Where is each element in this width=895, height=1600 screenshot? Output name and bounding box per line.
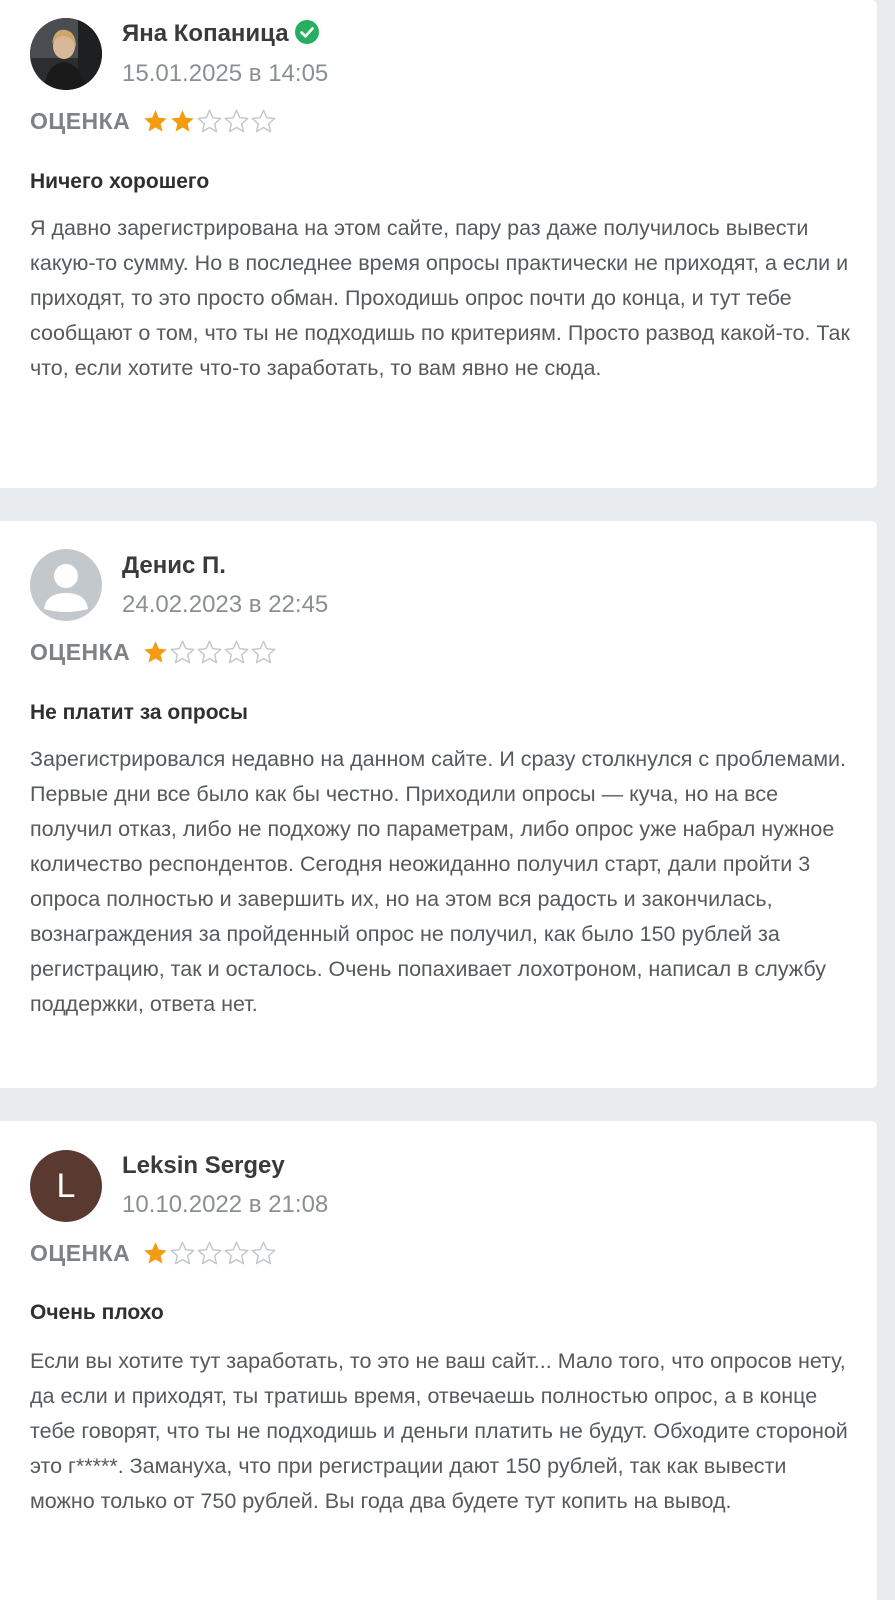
star-empty-icon: [170, 1241, 195, 1264]
review-text: Зарегистрировался недавно на данном сайт…: [30, 747, 846, 1016]
star-empty-icon: [224, 640, 249, 663]
star-empty-icon: [170, 640, 195, 663]
author-name-text[interactable]: Яна Копаница: [122, 20, 289, 47]
avatar-letter: L: [56, 1166, 76, 1205]
review-date: 15.01.2025 в 14:05: [122, 60, 329, 87]
review-date: 10.10.2022 в 21:08: [122, 1191, 329, 1218]
star-filled-icon: [144, 109, 168, 132]
author-name[interactable]: Leksin Sergey: [122, 1152, 285, 1180]
star-filled-icon: [144, 1241, 168, 1264]
star-empty-icon: [251, 640, 276, 663]
star-filled-icon: [171, 109, 195, 132]
star-filled-icon: [144, 640, 168, 663]
author-name[interactable]: Яна Копаница: [122, 20, 319, 48]
avatar[interactable]: [30, 18, 102, 90]
star-empty-icon: [197, 640, 222, 663]
review-title: Ничего хорошего: [30, 170, 210, 193]
rating-row: ОЦЕНКА: [30, 637, 277, 667]
star-empty-icon: [197, 1241, 222, 1264]
star-empty-icon: [197, 109, 222, 132]
avatar[interactable]: L: [30, 1150, 102, 1222]
star-rating: [142, 108, 277, 135]
rating-row: ОЦЕНКА: [30, 106, 277, 136]
review-title: Очень плохо: [30, 1301, 164, 1324]
star-rating: [142, 1240, 277, 1267]
verified-check-icon: [294, 20, 319, 44]
star-empty-icon: [251, 1241, 276, 1264]
rating-row: ОЦЕНКА: [30, 1238, 277, 1268]
rating-label: ОЦЕНКА: [30, 1239, 131, 1266]
star-rating: [142, 639, 277, 666]
review-title: Не платит за опросы: [30, 701, 248, 724]
review-date: 24.02.2023 в 22:45: [122, 591, 329, 618]
star-empty-icon: [224, 109, 249, 132]
avatar[interactable]: [30, 549, 102, 621]
star-empty-icon: [251, 109, 276, 132]
author-name[interactable]: Денис П.: [122, 552, 226, 580]
review-text: Я давно зарегистрирована на этом сайте, …: [30, 216, 850, 380]
rating-label: ОЦЕНКА: [30, 638, 131, 665]
rating-label: ОЦЕНКА: [30, 107, 131, 134]
review-text: Если вы хотите тут заработать, то это не…: [30, 1349, 848, 1513]
star-empty-icon: [224, 1241, 249, 1264]
